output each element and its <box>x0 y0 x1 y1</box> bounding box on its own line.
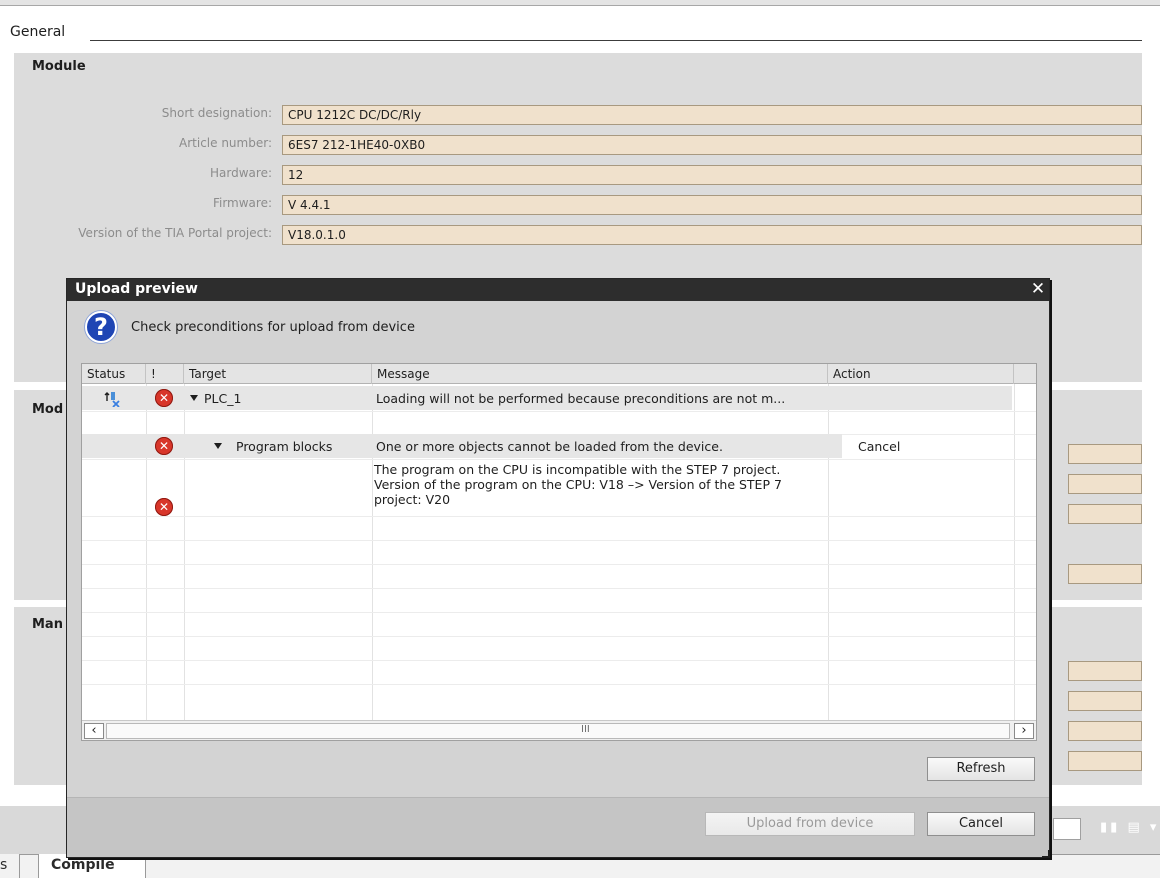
error-icon: ✕ <box>155 498 173 516</box>
row-divider <box>82 660 1036 661</box>
grid-header: Status ! Target Message Action <box>82 364 1036 384</box>
row-divider <box>82 516 1036 517</box>
window-top-border <box>0 0 1160 6</box>
strip-input-box[interactable] <box>1053 818 1081 840</box>
dialog-instruction: Check preconditions for upload from devi… <box>131 320 415 335</box>
tia-portal-version-field[interactable]: V18.0.1.0 <box>282 225 1142 245</box>
article-number-label: Article number: <box>179 136 272 150</box>
upload-status-icon <box>104 392 120 407</box>
module-info-field-4[interactable] <box>1068 564 1142 584</box>
manufacturer-field-4[interactable] <box>1068 751 1142 771</box>
row-message-multiline: The program on the CPU is incompatible w… <box>374 462 782 507</box>
row-target: PLC_1 <box>204 391 242 406</box>
window-layout-icons[interactable]: ▮▮ ▤ ▾ <box>1100 820 1160 840</box>
row-target: Program blocks <box>236 439 333 454</box>
hardware-field[interactable]: 12 <box>282 165 1142 185</box>
short-designation-label: Short designation: <box>161 106 272 120</box>
manufacturer-field-3[interactable] <box>1068 721 1142 741</box>
row-message: Loading will not be performed because pr… <box>376 391 786 406</box>
row-divider <box>82 636 1036 637</box>
firmware-label: Firmware: <box>212 196 272 210</box>
tab-diagnostics[interactable]: s <box>0 854 21 878</box>
row-divider <box>82 612 1036 613</box>
upload-preview-dialog: Upload preview ✕ ? Check preconditions f… <box>66 278 1050 858</box>
column-header-action[interactable]: Action <box>828 364 1014 384</box>
expand-triangle-icon[interactable] <box>190 395 198 401</box>
section-divider <box>90 40 1142 41</box>
question-icon: ? <box>85 311 117 343</box>
hardware-label: Hardware: <box>210 166 272 180</box>
column-header-target[interactable]: Target <box>184 364 372 384</box>
firmware-field[interactable]: V 4.4.1 <box>282 195 1142 215</box>
cancel-button[interactable]: Cancel <box>927 812 1035 836</box>
upload-preview-grid: Status ! Target Message Action ✕ PLC_1 L… <box>81 363 1037 741</box>
column-header-message[interactable]: Message <box>372 364 828 384</box>
row-divider <box>82 411 1036 412</box>
row-divider <box>82 564 1036 565</box>
dialog-titlebar[interactable]: Upload preview ✕ <box>67 279 1049 301</box>
manufacturer-field-1[interactable] <box>1068 661 1142 681</box>
manufacturer-panel-title: Man <box>32 617 63 632</box>
row-divider <box>82 459 1036 460</box>
column-header-exclamation[interactable]: ! <box>146 364 184 384</box>
module-info-field-3[interactable] <box>1068 504 1142 524</box>
scroll-thumb[interactable]: III <box>106 723 1010 739</box>
horizontal-scrollbar[interactable]: ‹ III › <box>82 720 1036 740</box>
short-designation-field[interactable]: CPU 1212C DC/DC/Rly <box>282 105 1142 125</box>
row-divider <box>82 540 1036 541</box>
row-divider <box>82 684 1036 685</box>
row-message: One or more objects cannot be loaded fro… <box>376 439 723 454</box>
article-number-field[interactable]: 6ES7 212-1HE40-0XB0 <box>282 135 1142 155</box>
module-info-field-1[interactable] <box>1068 444 1142 464</box>
row-divider <box>82 588 1036 589</box>
section-title-general[interactable]: General <box>10 24 65 40</box>
scroll-left-icon[interactable]: ‹ <box>84 723 104 739</box>
close-icon[interactable]: ✕ <box>1029 281 1047 299</box>
column-header-status[interactable]: Status <box>82 364 146 384</box>
tia-portal-version-label: Version of the TIA Portal project: <box>78 226 272 240</box>
error-icon: ✕ <box>155 437 173 455</box>
module-info-field-2[interactable] <box>1068 474 1142 494</box>
expand-triangle-icon[interactable] <box>214 443 222 449</box>
resize-grip-icon[interactable] <box>1042 850 1050 858</box>
dialog-title: Upload preview <box>75 281 198 297</box>
manufacturer-field-2[interactable] <box>1068 691 1142 711</box>
error-icon: ✕ <box>155 389 173 407</box>
upload-from-device-button[interactable]: Upload from device <box>705 812 915 836</box>
scroll-right-icon[interactable]: › <box>1014 723 1034 739</box>
scroll-grip-icon: III <box>581 724 590 735</box>
dialog-footer: Upload from device Cancel <box>67 797 1049 857</box>
module-panel-title: Module <box>32 59 86 74</box>
module-info-panel-title: Mod <box>32 402 64 417</box>
refresh-button[interactable]: Refresh <box>927 757 1035 781</box>
row-action-cancel[interactable]: Cancel <box>858 439 900 454</box>
